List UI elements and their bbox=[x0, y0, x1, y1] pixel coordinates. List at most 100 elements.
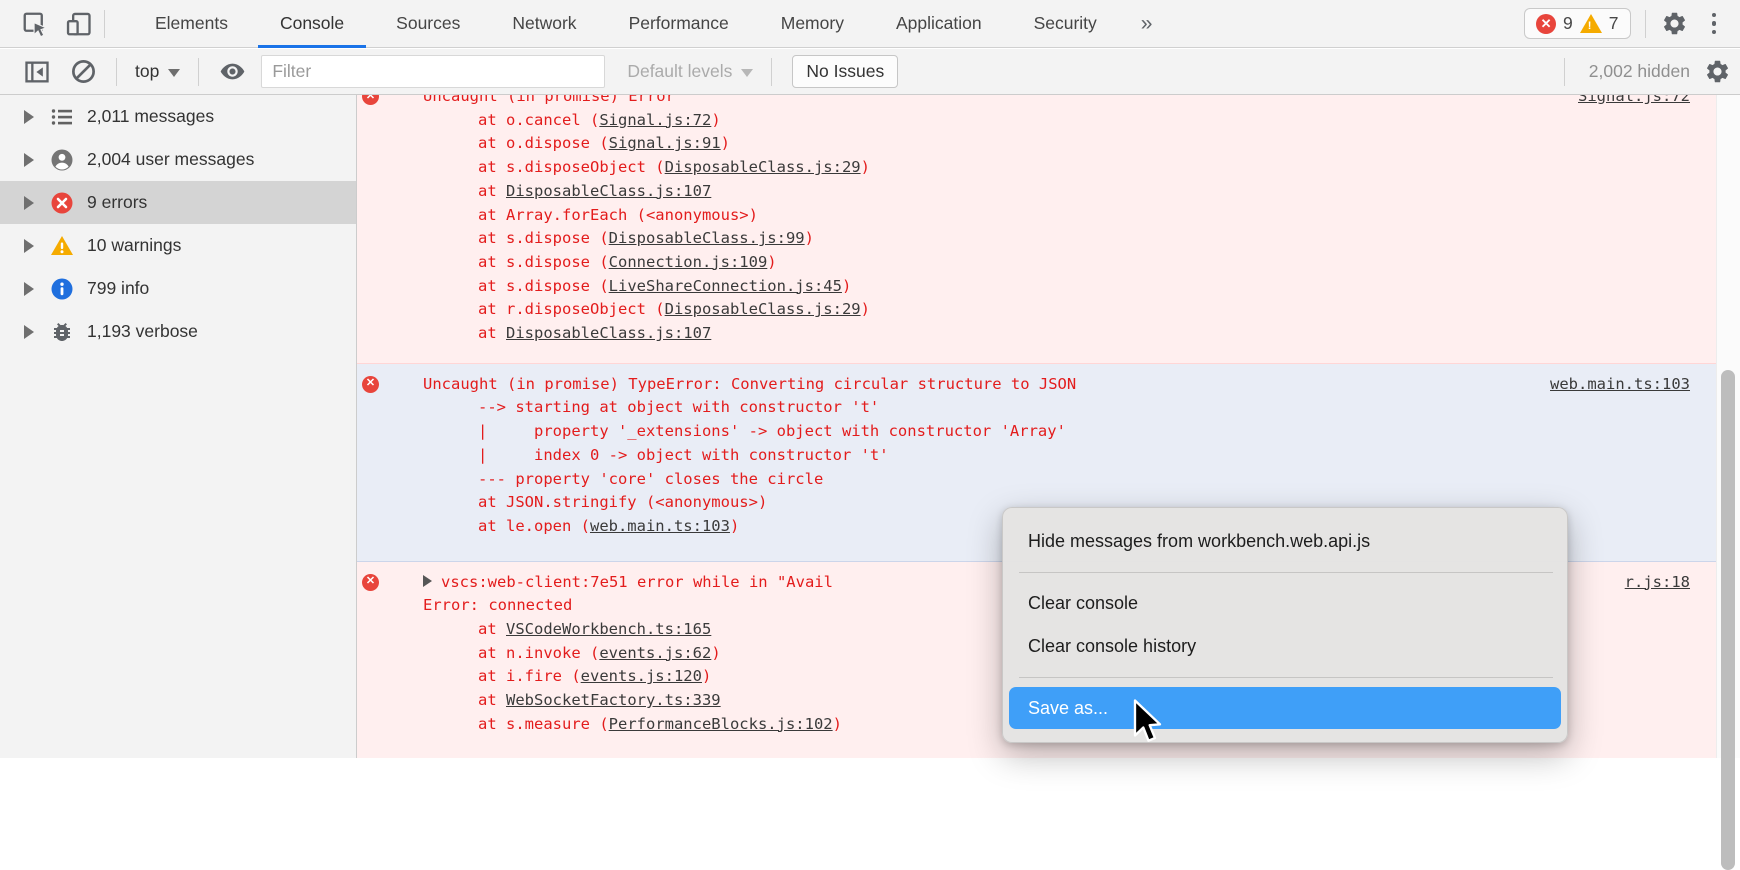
log-levels-label: Default levels bbox=[627, 61, 732, 82]
tab-application[interactable]: Application bbox=[870, 0, 1008, 48]
sidebar-item-2-004-user-messages[interactable]: 2,004 user messages bbox=[0, 138, 356, 181]
tab-performance[interactable]: Performance bbox=[603, 0, 755, 48]
disclosure-triangle-icon[interactable] bbox=[24, 282, 34, 296]
settings-gear-icon[interactable] bbox=[1660, 9, 1690, 39]
divider bbox=[1564, 58, 1565, 86]
source-file-link[interactable]: VSCodeWorkbench.ts:165 bbox=[506, 620, 711, 638]
scrollbar-thumb[interactable] bbox=[1721, 370, 1735, 870]
sidebar-item-10-warnings[interactable]: 10 warnings bbox=[0, 224, 356, 267]
tab-network[interactable]: Network bbox=[486, 0, 602, 48]
source-file-link[interactable]: WebSocketFactory.ts:339 bbox=[506, 691, 721, 709]
disclosure-triangle-icon[interactable] bbox=[24, 325, 34, 339]
source-file-link[interactable]: DisposableClass.js:107 bbox=[506, 182, 711, 200]
menu-separator bbox=[1019, 677, 1553, 678]
stack-frame-line: at s.dispose (Connection.js:109) bbox=[357, 251, 1716, 275]
menu-item-save-as[interactable]: Save as... bbox=[1009, 687, 1561, 729]
tab-console[interactable]: Console bbox=[254, 0, 370, 48]
sidebar-item-2-011-messages[interactable]: 2,011 messages bbox=[0, 95, 356, 138]
menu-item-clear-console-history[interactable]: Clear console history bbox=[1009, 625, 1561, 668]
error-text: ) bbox=[861, 158, 870, 176]
tab-security[interactable]: Security bbox=[1008, 0, 1123, 48]
log-levels-dropdown[interactable]: Default levels bbox=[619, 61, 761, 82]
source-location-link[interactable]: Signal.js:72 bbox=[1578, 95, 1690, 109]
stack-frame-line: at s.dispose (DisposableClass.js:99) bbox=[357, 227, 1716, 251]
devtools-tabbar: ElementsConsoleSourcesNetworkPerformance… bbox=[0, 0, 1740, 48]
scrollbar-track[interactable] bbox=[1716, 95, 1740, 758]
source-file-link[interactable]: Connection.js:109 bbox=[609, 253, 768, 271]
inspect-element-icon[interactable] bbox=[20, 9, 50, 39]
expand-triangle-icon[interactable] bbox=[423, 575, 432, 587]
source-file-link[interactable]: DisposableClass.js:29 bbox=[665, 300, 861, 318]
error-message-line: Uncaught (in promise) TypeError: Convert… bbox=[357, 373, 1716, 397]
error-text: ) bbox=[702, 667, 711, 685]
error-text: at o.dispose ( bbox=[478, 134, 609, 152]
stack-frame-line: at r.disposeObject (DisposableClass.js:2… bbox=[357, 298, 1716, 322]
source-file-link[interactable]: Signal.js:91 bbox=[609, 134, 721, 152]
error-text: ) bbox=[833, 715, 842, 733]
source-location-link[interactable]: r.js:18 bbox=[1625, 571, 1690, 595]
source-file-link[interactable]: DisposableClass.js:29 bbox=[665, 158, 861, 176]
filter-input[interactable] bbox=[261, 55, 605, 88]
disclosure-triangle-icon[interactable] bbox=[24, 196, 34, 210]
stack-frame-line: --- property 'core' closes the circle bbox=[357, 468, 1716, 492]
live-expression-eye-icon[interactable] bbox=[217, 57, 247, 87]
error-text: at s.dispose ( bbox=[478, 229, 609, 247]
tab-memory[interactable]: Memory bbox=[755, 0, 870, 48]
error-text: ) bbox=[730, 517, 739, 535]
error-text: at bbox=[478, 324, 506, 342]
stack-frame-line: at s.disposeObject (DisposableClass.js:2… bbox=[357, 156, 1716, 180]
source-file-link[interactable]: web.main.ts:103 bbox=[590, 517, 730, 535]
chevron-down-icon bbox=[741, 69, 753, 77]
source-file-link[interactable]: LiveShareConnection.js:45 bbox=[609, 277, 842, 295]
sidebar-item-9-errors[interactable]: 9 errors bbox=[0, 181, 356, 224]
sidebar-item-1-193-verbose[interactable]: 1,193 verbose bbox=[0, 310, 356, 353]
disclosure-triangle-icon[interactable] bbox=[24, 110, 34, 124]
console-toolbar: top Default levels No Issues 2,002 hidde… bbox=[0, 49, 1740, 95]
error-text: at n.invoke ( bbox=[478, 644, 599, 662]
disclosure-triangle-icon[interactable] bbox=[24, 153, 34, 167]
menu-item-clear-console[interactable]: Clear console bbox=[1009, 582, 1561, 625]
sidebar-toggle-icon[interactable] bbox=[22, 57, 52, 87]
tab-elements[interactable]: Elements bbox=[129, 0, 254, 48]
device-toolbar-icon[interactable] bbox=[64, 9, 94, 39]
clear-console-icon[interactable] bbox=[68, 57, 98, 87]
stack-frame-line: at DisposableClass.js:107 bbox=[357, 180, 1716, 204]
console-settings-gear-icon[interactable] bbox=[1702, 57, 1732, 87]
error-text: | property '_extensions' -> object with … bbox=[478, 422, 1066, 440]
menu-separator bbox=[1019, 572, 1553, 573]
source-location-link[interactable]: web.main.ts:103 bbox=[1550, 373, 1690, 397]
sidebar-item-label: 10 warnings bbox=[87, 235, 181, 256]
error-text: ) bbox=[805, 229, 814, 247]
disclosure-triangle-icon[interactable] bbox=[24, 239, 34, 253]
no-issues-button[interactable]: No Issues bbox=[792, 55, 898, 88]
user-icon bbox=[50, 148, 74, 172]
sidebar-item-799-info[interactable]: 799 info bbox=[0, 267, 356, 310]
issues-badge[interactable]: ✕ 9 ! 7 bbox=[1524, 8, 1630, 39]
error-text: at JSON.stringify (<anonymous>) bbox=[478, 493, 767, 511]
error-text: --> starting at object with constructor … bbox=[478, 398, 879, 416]
source-file-link[interactable]: DisposableClass.js:99 bbox=[609, 229, 805, 247]
divider bbox=[198, 58, 199, 86]
error-circle-icon: ✕ bbox=[362, 376, 379, 393]
stack-frame-line: | property '_extensions' -> object with … bbox=[357, 420, 1716, 444]
divider bbox=[116, 58, 117, 86]
divider bbox=[771, 58, 772, 86]
frame-context-selector[interactable]: top bbox=[127, 61, 188, 82]
source-file-link[interactable]: PerformanceBlocks.js:102 bbox=[609, 715, 833, 733]
sidebar-item-label: 2,011 messages bbox=[87, 106, 214, 127]
divider bbox=[1645, 10, 1646, 38]
error-text: ) bbox=[861, 300, 870, 318]
error-text: at Array.forEach (<anonymous>) bbox=[478, 206, 758, 224]
error-text: vscs:web-client:7e51 error while in "Ava… bbox=[441, 573, 833, 591]
source-file-link[interactable]: Signal.js:72 bbox=[599, 111, 711, 129]
error-text: at s.dispose ( bbox=[478, 253, 609, 271]
error-text: at bbox=[478, 182, 506, 200]
more-options-icon[interactable] bbox=[1704, 13, 1725, 35]
error-icon bbox=[50, 191, 74, 215]
menu-item-hide-messages-from-workbench-web-api-js[interactable]: Hide messages from workbench.web.api.js bbox=[1009, 520, 1561, 563]
tab-sources[interactable]: Sources bbox=[370, 0, 486, 48]
source-file-link[interactable]: events.js:62 bbox=[599, 644, 711, 662]
more-tabs-button[interactable]: » bbox=[1123, 12, 1171, 36]
source-file-link[interactable]: events.js:120 bbox=[581, 667, 702, 685]
source-file-link[interactable]: DisposableClass.js:107 bbox=[506, 324, 711, 342]
